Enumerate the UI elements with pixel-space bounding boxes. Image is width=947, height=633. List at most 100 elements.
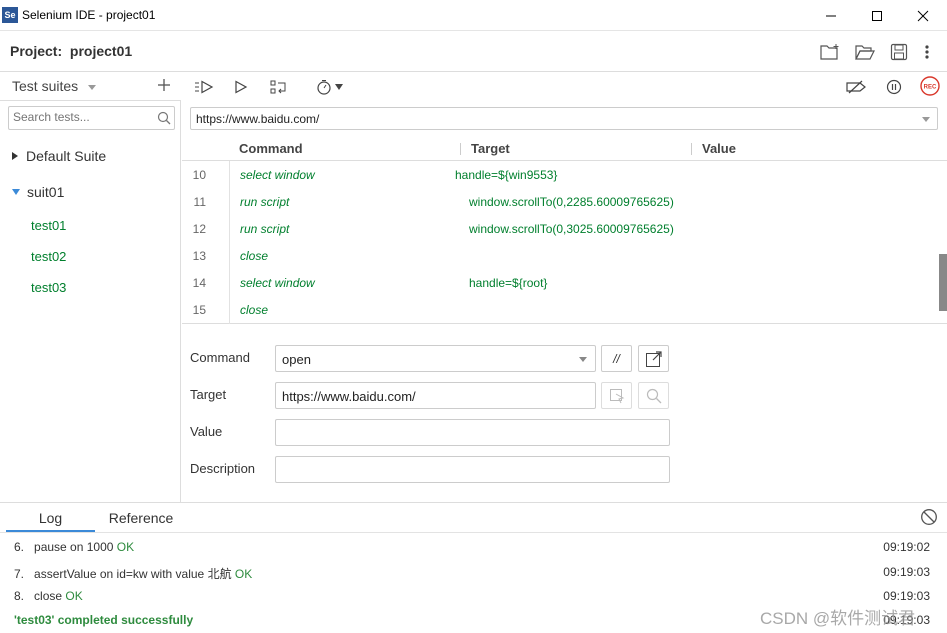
row-target: window.scrollTo(0,3025.60009765625) — [469, 222, 674, 236]
log-entry: 8. close OK — [14, 589, 83, 603]
open-external-icon — [645, 350, 662, 367]
row-number: 10 — [192, 168, 206, 182]
log-entry-number: 7. — [14, 567, 25, 581]
stopwatch-icon — [316, 80, 331, 95]
row-command: select window — [240, 168, 315, 182]
log-entry-time: 09:19:03 — [883, 589, 930, 603]
clear-log-button[interactable] — [920, 508, 938, 526]
more-options-button[interactable] — [916, 41, 938, 63]
column-header-target: Target — [471, 141, 510, 156]
minimize-button[interactable] — [808, 0, 854, 31]
project-header: Project: project01 — [0, 31, 947, 72]
value-input[interactable] — [275, 419, 670, 446]
main-toolbar: REC — [182, 72, 947, 101]
chevron-down-icon — [922, 117, 930, 122]
title-bar: Se Selenium IDE - project01 — [0, 0, 947, 31]
row-number: 14 — [192, 276, 206, 290]
tab-log[interactable]: Log — [6, 509, 95, 532]
close-window-button[interactable] — [900, 0, 946, 31]
test-item-test02[interactable]: test02 — [31, 249, 66, 264]
step-over-button[interactable] — [268, 77, 290, 97]
log-entry-number: 6. — [14, 540, 25, 554]
test-item-test01[interactable]: test01 — [31, 218, 66, 233]
open-folder-icon — [855, 45, 875, 60]
save-icon — [890, 43, 908, 61]
run-all-tests-button[interactable] — [193, 77, 215, 97]
suites-header: Test suites — [0, 72, 181, 101]
suite-suit01[interactable]: suit01 — [12, 184, 64, 200]
window-title: Selenium IDE - project01 — [22, 8, 156, 22]
plus-icon — [158, 79, 170, 91]
step-icon — [270, 80, 286, 94]
table-row[interactable]: 15 close — [182, 296, 947, 323]
table-scrollbar[interactable] — [939, 254, 947, 311]
row-target: handle=${win9553} — [455, 168, 558, 182]
open-reference-button[interactable] — [638, 345, 669, 372]
comment-toggle-button[interactable]: // — [601, 345, 632, 372]
command-input-value: open — [282, 352, 311, 367]
log-entry-text: pause on 1000 — [34, 540, 114, 554]
record-button[interactable]: REC — [919, 76, 941, 96]
new-project-button[interactable] — [819, 41, 841, 63]
find-target-button[interactable] — [638, 382, 669, 409]
target-label: Target — [190, 387, 227, 402]
test-sidebar: Test suites Default Suite suit01 test01 … — [0, 72, 181, 502]
log-entry-time: 09:19:02 — [883, 540, 930, 554]
base-url-value: https://www.baidu.com/ — [196, 112, 320, 126]
open-project-button[interactable] — [854, 41, 876, 63]
log-entry-time: 09:19:03 — [883, 565, 930, 579]
tab-divider — [0, 532, 947, 533]
project-title[interactable]: Project: project01 — [10, 43, 132, 59]
row-command: close — [240, 249, 269, 263]
target-input[interactable]: https://www.baidu.com/ — [275, 382, 596, 409]
row-command: run script — [240, 195, 290, 209]
pause-on-exceptions-button[interactable] — [884, 77, 904, 97]
search-tests-input[interactable] — [13, 110, 153, 124]
select-target-button[interactable] — [601, 382, 632, 409]
command-table-header: Command Target Value — [182, 137, 947, 161]
pause-circle-icon — [886, 79, 902, 95]
rec-icon: REC — [920, 76, 940, 96]
description-label: Description — [190, 461, 256, 476]
log-entry-number: 8. — [14, 589, 25, 603]
minimize-icon — [826, 15, 836, 16]
watermark-text: CSDN @软件测试君 — [760, 609, 916, 628]
suites-view-dropdown[interactable]: Test suites — [12, 78, 97, 94]
row-number: 12 — [192, 222, 206, 236]
close-icon — [917, 10, 929, 21]
test-speed-dropdown[interactable] — [312, 77, 346, 97]
table-row[interactable]: 14 select window handle=${root} — [182, 269, 947, 296]
disable-breakpoints-button[interactable] — [844, 77, 868, 97]
breakpoint-off-icon — [846, 80, 866, 94]
chevron-right-icon — [12, 152, 18, 160]
log-entry-text: close — [34, 589, 63, 603]
table-row[interactable]: 11 run script window.scrollTo(0,2285.600… — [182, 188, 947, 215]
row-number: 13 — [192, 249, 206, 263]
log-entry: 7. assertValue on id=kw with value 北航 OK — [14, 565, 252, 582]
clear-icon — [921, 509, 937, 525]
base-url-select[interactable]: https://www.baidu.com/ — [190, 107, 938, 130]
svg-text:REC: REC — [924, 85, 937, 91]
log-entry-text: assertValue on id=kw with value 北航 — [34, 567, 232, 581]
test-item-test03[interactable]: test03 — [31, 280, 66, 295]
table-row[interactable]: 10 select window handle=${win9553} — [182, 161, 947, 188]
save-project-button[interactable] — [888, 41, 910, 63]
run-all-icon — [195, 80, 214, 94]
row-number: 11 — [193, 195, 206, 209]
table-row[interactable]: 12 run script window.scrollTo(0,3025.600… — [182, 215, 947, 242]
chevron-down-icon — [579, 357, 587, 362]
log-entry-status: OK — [65, 589, 83, 603]
maximize-button[interactable] — [854, 0, 900, 31]
tab-reference[interactable]: Reference — [100, 509, 182, 532]
log-entry: 6. pause on 1000 OK — [14, 540, 134, 554]
suite-default[interactable]: Default Suite — [12, 148, 106, 164]
column-divider — [691, 143, 692, 155]
play-icon — [235, 80, 248, 94]
more-vertical-icon — [925, 45, 929, 59]
description-input[interactable] — [275, 456, 670, 483]
column-divider — [460, 143, 461, 155]
run-test-button[interactable] — [232, 77, 250, 97]
add-suite-button[interactable] — [157, 78, 171, 92]
command-input[interactable]: open — [275, 345, 596, 372]
table-row[interactable]: 13 close — [182, 242, 947, 269]
